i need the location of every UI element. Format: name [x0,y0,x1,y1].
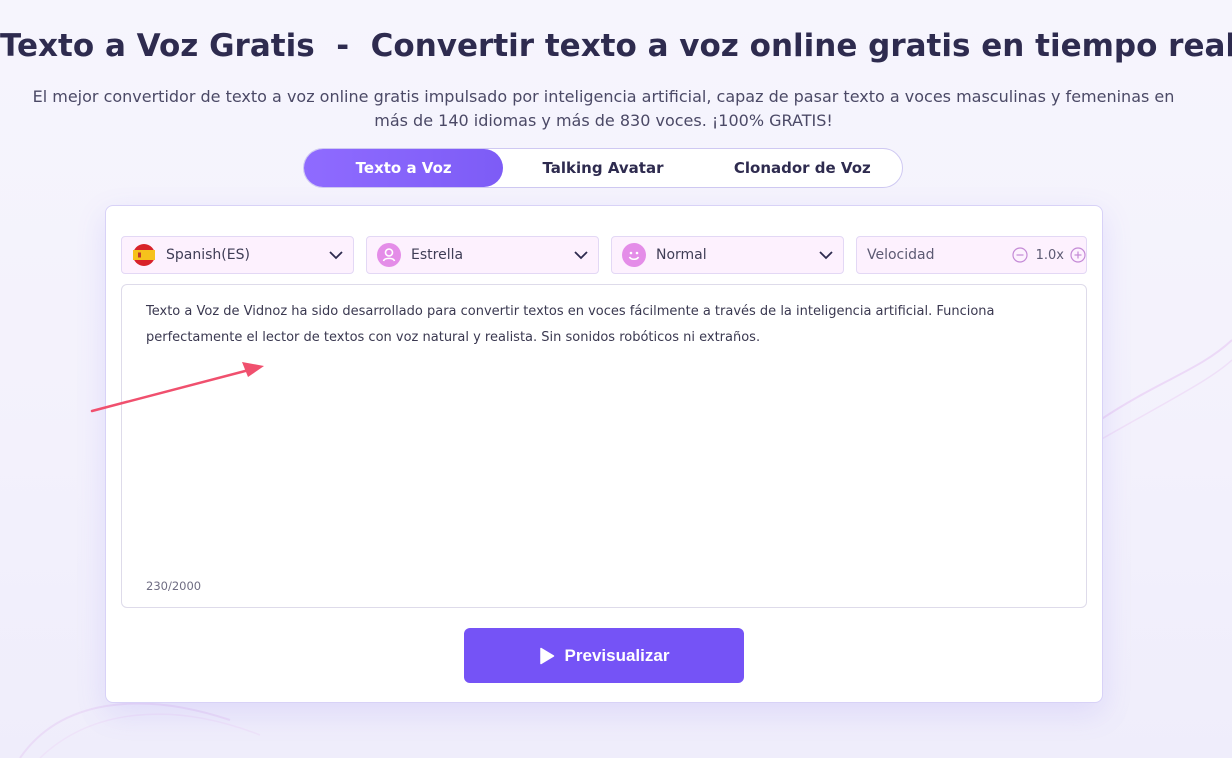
speed-control: Velocidad 1.0x [856,236,1087,274]
preview-button[interactable]: Previsualizar [464,628,744,683]
voice-select[interactable]: Estrella [366,236,599,274]
language-select[interactable]: Spanish(ES) [121,236,354,274]
tab-texto-a-voz[interactable]: Texto a Voz [304,149,504,187]
text-content: Texto a Voz de Vidnoz ha sido desarrolla… [146,304,995,345]
chevron-down-icon [329,248,343,262]
play-icon [539,647,554,664]
tab-talking-avatar[interactable]: Talking Avatar [503,149,702,187]
chevron-down-icon [819,248,833,262]
emotion-value: Normal [656,247,707,263]
language-value: Spanish(ES) [166,247,250,263]
spain-flag-icon [132,243,156,267]
speed-label: Velocidad [867,247,935,263]
text-input-area[interactable]: Texto a Voz de Vidnoz ha sido desarrolla… [121,284,1087,608]
mode-tabs: Texto a Voz Talking Avatar Clonador de V… [303,148,903,188]
tts-card: Spanish(ES) Estrella Normal Velocidad 1.… [105,205,1103,703]
speed-increase-button[interactable] [1070,247,1086,263]
emotion-select[interactable]: Normal [611,236,844,274]
speed-value: 1.0x [1035,247,1064,263]
voice-value: Estrella [411,247,464,263]
page-subtitle: El mejor convertidor de texto a voz onli… [32,87,1175,130]
smiley-icon [622,243,646,267]
speed-decrease-button[interactable] [1012,247,1028,263]
page-title: Texto a Voz Gratis - Convertir texto a v… [0,28,1232,64]
chevron-down-icon [574,248,588,262]
tab-clonador-de-voz[interactable]: Clonador de Voz [703,149,902,187]
preview-button-label: Previsualizar [564,645,670,665]
character-counter: 230/2000 [146,579,202,593]
person-icon [377,243,401,267]
